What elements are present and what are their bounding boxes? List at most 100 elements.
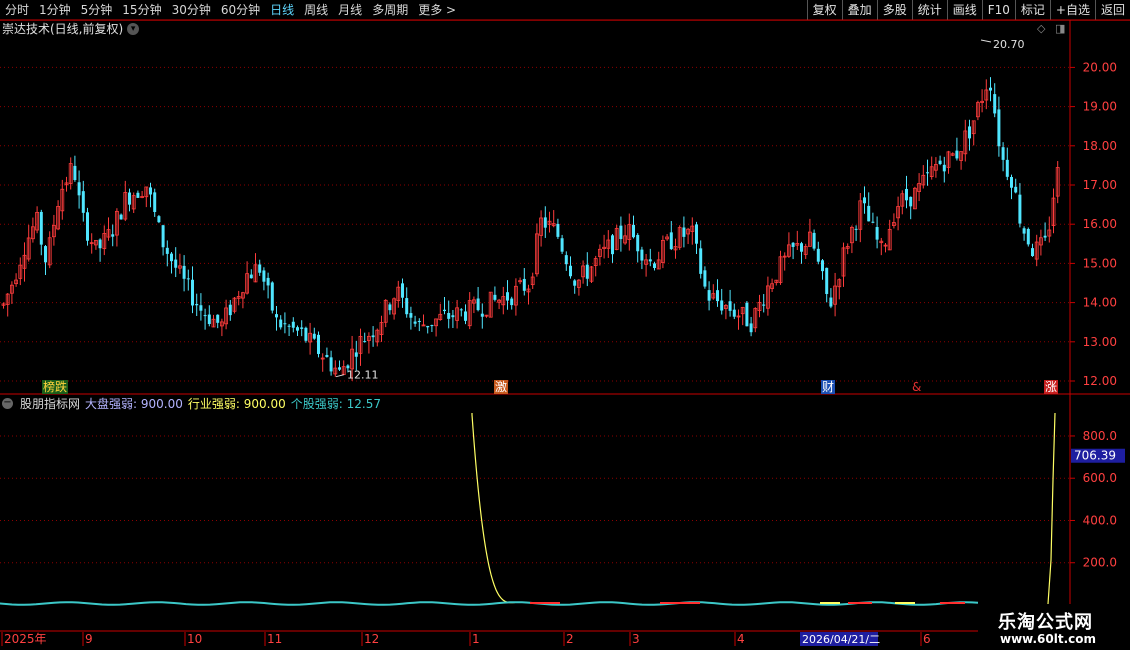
candle-body-up <box>656 259 661 270</box>
candle-body-down <box>401 283 404 298</box>
candle-body-down <box>266 277 270 286</box>
candle-body-down <box>648 259 652 262</box>
candle-body-up <box>224 307 229 325</box>
candle-body-down <box>207 314 211 325</box>
indicator-panel <box>0 412 1056 606</box>
chevron-down-icon[interactable]: ▾ <box>127 23 140 35</box>
indicator-tick-label: 600.0 <box>1083 471 1117 485</box>
candle-body-down <box>258 264 262 273</box>
candle-body-up <box>253 264 258 283</box>
candle-body-down <box>287 325 291 327</box>
candle-body-down <box>170 253 173 262</box>
candle-body-down <box>405 298 409 315</box>
industry-strength-spike-line <box>1047 412 1056 605</box>
candle-body-down <box>291 321 295 328</box>
candle-body-up <box>589 266 594 282</box>
candle-body-down <box>1043 235 1047 238</box>
candle-body-down <box>363 341 367 343</box>
candle-body-down <box>464 311 467 321</box>
candle-body-down <box>413 321 417 324</box>
period-tab-10[interactable]: 多周期 <box>367 0 413 20</box>
candle-body-down <box>905 188 908 201</box>
btn-stats[interactable]: 统计 <box>911 0 947 20</box>
btn-back[interactable]: 返回 <box>1094 0 1130 20</box>
candle-body-down <box>1014 186 1018 193</box>
candle-body-up <box>9 284 14 294</box>
price-tick-label: 19.00 <box>1083 100 1117 114</box>
watermark-url: www.60lt.com <box>1000 632 1097 646</box>
candle-body-up <box>1034 241 1039 260</box>
diamond-icon[interactable]: ◇ <box>1037 22 1045 35</box>
candle-body-up <box>963 130 968 155</box>
candle-body-up <box>211 318 216 328</box>
period-tab-8[interactable]: 周线 <box>299 0 333 20</box>
btn-f10[interactable]: F10 <box>981 0 1015 20</box>
candle-body-down <box>926 172 929 174</box>
industry-strength-decay-line <box>471 413 515 604</box>
candle-body-down <box>938 160 942 165</box>
collapse-icon[interactable]: − <box>2 398 13 409</box>
date-label: 2025年 <box>4 632 47 646</box>
price-tick-label: 14.00 <box>1083 296 1117 310</box>
candle-body-up <box>883 244 888 247</box>
market-strength-label: 大盘强弱: <box>85 397 138 411</box>
period-tab-1[interactable]: 分时 <box>0 0 34 20</box>
candle-body-down <box>199 305 203 311</box>
candle-body-down <box>854 228 858 230</box>
candle-body-up <box>22 254 27 269</box>
btn-fuquan[interactable]: 复权 <box>806 0 842 20</box>
candle-body-down <box>283 323 287 325</box>
candle-body-up <box>837 279 842 288</box>
candle-body-down <box>39 211 43 245</box>
candle-body-down <box>636 234 640 252</box>
candle-body-down <box>228 304 232 316</box>
candle-body-up <box>47 237 52 266</box>
period-tab-more[interactable]: 更多 > <box>413 0 461 20</box>
period-tab-5[interactable]: 30分钟 <box>167 0 216 20</box>
btn-add-watchlist[interactable]: +自选 <box>1049 0 1095 20</box>
candle-body-up <box>379 322 384 335</box>
btn-mark[interactable]: 标记 <box>1014 0 1050 20</box>
panel-toggle-icon[interactable]: ◨ <box>1055 22 1065 35</box>
btn-draw[interactable]: 画线 <box>946 0 982 20</box>
candle-body-down <box>451 315 455 318</box>
candle-body-up <box>1055 167 1060 197</box>
candle-body-down <box>459 309 463 311</box>
candle-body-up <box>736 315 741 318</box>
period-tab-6[interactable]: 60分钟 <box>216 0 265 20</box>
candle-body-down <box>216 314 220 323</box>
btn-multi-stock[interactable]: 多股 <box>876 0 912 20</box>
candle-body-up <box>375 329 380 343</box>
candle-body-down <box>1005 159 1009 177</box>
candle-body-down <box>695 224 698 244</box>
candle-body-down <box>77 182 81 196</box>
candle-body-up <box>984 89 989 101</box>
candle-body-down <box>81 191 85 213</box>
indicator-tick-label: 800.0 <box>1083 429 1117 443</box>
period-tab-daily[interactable]: 日线 <box>265 0 299 20</box>
candle-body-down <box>791 242 795 247</box>
candle-body-up <box>900 193 905 207</box>
candle-body-down <box>703 270 707 287</box>
candle-body-down <box>682 227 686 237</box>
candle-body-up <box>26 237 31 260</box>
btn-overlay[interactable]: 叠加 <box>841 0 877 20</box>
period-tab-9[interactable]: 月线 <box>333 0 367 20</box>
period-tab-3[interactable]: 5分钟 <box>76 0 118 20</box>
kline-chart[interactable]: 20.00 19.00 18.00 17.00 16.00 15.00 14.00 13.00… <box>0 0 1130 650</box>
candle-body-up <box>30 226 35 240</box>
candle-body-up <box>921 174 926 186</box>
period-tab-4[interactable]: 15分钟 <box>117 0 166 20</box>
period-tab-2[interactable]: 1分钟 <box>34 0 76 20</box>
candle-body-up <box>438 313 443 321</box>
candle-body-up <box>501 296 506 306</box>
candle-body-up <box>808 231 812 247</box>
candle-body-up <box>950 153 955 156</box>
date-label: 12 <box>364 632 379 646</box>
marker-label: & <box>912 380 921 394</box>
candle-body-down <box>699 248 703 274</box>
candle-body-down <box>44 246 47 263</box>
price-tick-label: 13.00 <box>1083 335 1117 349</box>
candle-body-up <box>803 246 808 255</box>
candle-body-up <box>341 366 346 375</box>
